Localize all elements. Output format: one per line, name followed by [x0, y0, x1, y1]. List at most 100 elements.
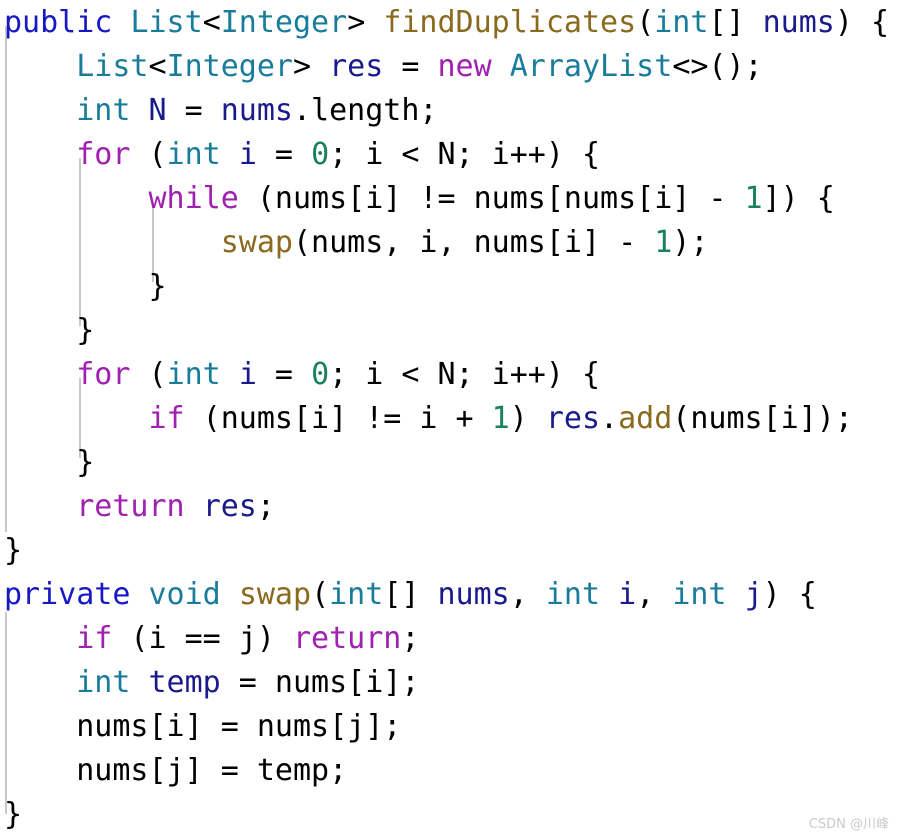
- code-token: swap: [220, 225, 293, 260]
- code-line[interactable]: private void swap(int[] nums, int i, int…: [0, 573, 899, 617]
- code-token: (nums[i]);: [672, 401, 853, 436]
- code-token: int: [166, 357, 221, 392]
- code-line[interactable]: int temp = nums[i];: [0, 661, 899, 705]
- code-token: (nums[i] != i +: [184, 401, 492, 436]
- code-token: N: [148, 93, 167, 128]
- code-line[interactable]: nums[i] = nums[j];: [0, 705, 899, 749]
- code-token: if: [76, 621, 113, 656]
- code-token: ,: [636, 577, 673, 612]
- code-token: res: [329, 49, 384, 84]
- code-token: );: [672, 225, 709, 260]
- code-token: int: [654, 5, 709, 40]
- code-token: private: [4, 577, 131, 612]
- code-line[interactable]: public List<Integer> findDuplicates(int[…: [0, 1, 899, 45]
- code-token: findDuplicates: [383, 5, 637, 40]
- code-token: (: [311, 577, 330, 612]
- code-editor[interactable]: public List<Integer> findDuplicates(int[…: [0, 0, 899, 836]
- code-token: (: [130, 357, 167, 392]
- code-token: ): [509, 401, 546, 436]
- code-token: ; i < N; i++) {: [329, 357, 601, 392]
- code-line[interactable]: }: [0, 309, 899, 353]
- code-token: nums: [220, 93, 293, 128]
- code-token: <: [202, 5, 221, 40]
- code-line-container: public List<Integer> findDuplicates(int[…: [0, 0, 899, 837]
- code-token: Integer: [166, 49, 293, 84]
- code-line[interactable]: swap(nums, i, nums[i] - 1);: [0, 221, 899, 265]
- code-line[interactable]: int N = nums.length;: [0, 89, 899, 133]
- code-token: 1: [744, 181, 763, 216]
- code-token: nums: [437, 577, 510, 612]
- code-line[interactable]: return res;: [0, 485, 899, 529]
- code-token: if: [148, 401, 185, 436]
- code-token: int: [166, 137, 221, 172]
- code-line[interactable]: if (nums[i] != i + 1) res.add(nums[i]);: [0, 397, 899, 441]
- code-token: .: [600, 401, 619, 436]
- code-token: void: [148, 577, 221, 612]
- code-token: i: [238, 357, 257, 392]
- code-token: 1: [654, 225, 673, 260]
- code-line[interactable]: if (i == j) return;: [0, 617, 899, 661]
- code-line[interactable]: for (int i = 0; i < N; i++) {: [0, 353, 899, 397]
- code-token: return: [76, 489, 185, 524]
- code-token: }: [4, 445, 95, 480]
- code-line[interactable]: List<Integer> res = new ArrayList<>();: [0, 45, 899, 89]
- code-token: =: [166, 93, 221, 128]
- code-token: =: [256, 357, 312, 392]
- code-token: []: [708, 5, 763, 40]
- code-token: List: [76, 49, 149, 84]
- code-token: ;: [401, 621, 420, 656]
- code-token: for: [76, 137, 131, 172]
- code-line[interactable]: while (nums[i] != nums[nums[i] - 1]) {: [0, 177, 899, 221]
- code-token: (: [636, 5, 655, 40]
- code-token: new: [437, 49, 492, 84]
- code-token: .length;: [293, 93, 438, 128]
- code-token: swap: [238, 577, 312, 612]
- code-token: j: [744, 577, 763, 612]
- code-token: (nums[i] != nums[nums[i] -: [238, 181, 745, 216]
- code-token: return: [293, 621, 402, 656]
- code-line[interactable]: nums[j] = temp;: [0, 749, 899, 793]
- code-token: add: [618, 401, 673, 436]
- code-token: while: [148, 181, 239, 216]
- code-token: ; i < N; i++) {: [329, 137, 601, 172]
- code-token: (nums, i, nums[i] -: [293, 225, 655, 260]
- code-token: []: [383, 577, 438, 612]
- code-token: 0: [311, 137, 330, 172]
- code-token: }: [4, 533, 23, 568]
- code-line[interactable]: }: [0, 793, 899, 837]
- code-line[interactable]: }: [0, 529, 899, 573]
- code-token: >: [293, 49, 330, 84]
- code-token: ,: [509, 577, 546, 612]
- code-token: public: [4, 5, 113, 40]
- code-line[interactable]: for (int i = 0; i < N; i++) {: [0, 133, 899, 177]
- code-token: }: [4, 313, 95, 348]
- code-token: i: [618, 577, 637, 612]
- code-line[interactable]: }: [0, 265, 899, 309]
- code-token: ) {: [834, 5, 890, 40]
- code-token: ;: [256, 489, 275, 524]
- code-token: >: [347, 5, 366, 40]
- code-line[interactable]: }: [0, 441, 899, 485]
- code-token: nums[j] = temp;: [4, 753, 348, 788]
- code-token: (i == j): [112, 621, 293, 656]
- code-token: ) {: [762, 577, 817, 612]
- code-token: int: [76, 93, 131, 128]
- code-token: (: [130, 137, 167, 172]
